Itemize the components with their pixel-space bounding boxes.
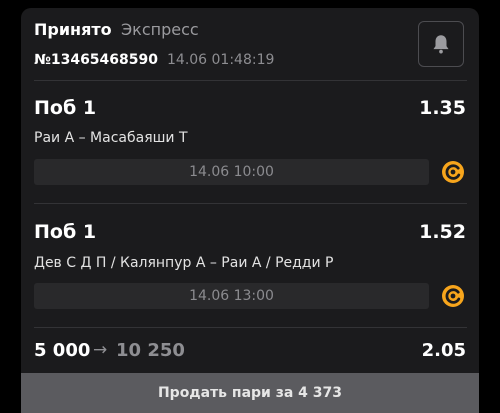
selection-odds: 1.35 [419,97,466,119]
bet-timestamp: 14.06 01:48:19 [167,52,275,68]
bell-icon [433,35,449,54]
bet-type: Экспресс [121,20,199,39]
stake-amount: 5 000 [34,340,91,361]
bet-card: Принято Экспресс №13465468590 14.06 01:4… [21,8,479,413]
live-icon [442,161,464,183]
divider [34,80,467,81]
selection-outcome: Поб 1 [34,97,97,119]
live-icon [442,285,464,307]
bet-number: №13465468590 [34,52,158,68]
divider [34,203,467,204]
sell-bet-button[interactable]: Продать пари за 4 373 [21,373,479,413]
potential-payout: 10 250 [116,340,185,361]
divider [34,327,467,328]
selection-start-time: 14.06 10:00 [34,159,429,185]
notifications-button[interactable] [418,21,464,67]
bet-status: Принято [34,20,112,39]
arrow-right-icon: → [93,340,108,360]
selection-outcome: Поб 1 [34,221,97,243]
total-odds: 2.05 [421,340,466,361]
selection-odds: 1.52 [419,221,466,243]
selection-start-time: 14.06 13:00 [34,283,429,309]
bet-header: Принято Экспресс №13465468590 14.06 01:4… [21,8,479,80]
selection-event[interactable]: Дев С Д П / Калянпур А – Раи А / Редди Р [34,255,333,271]
selection-event[interactable]: Раи А – Масабаяши Т [34,130,188,146]
